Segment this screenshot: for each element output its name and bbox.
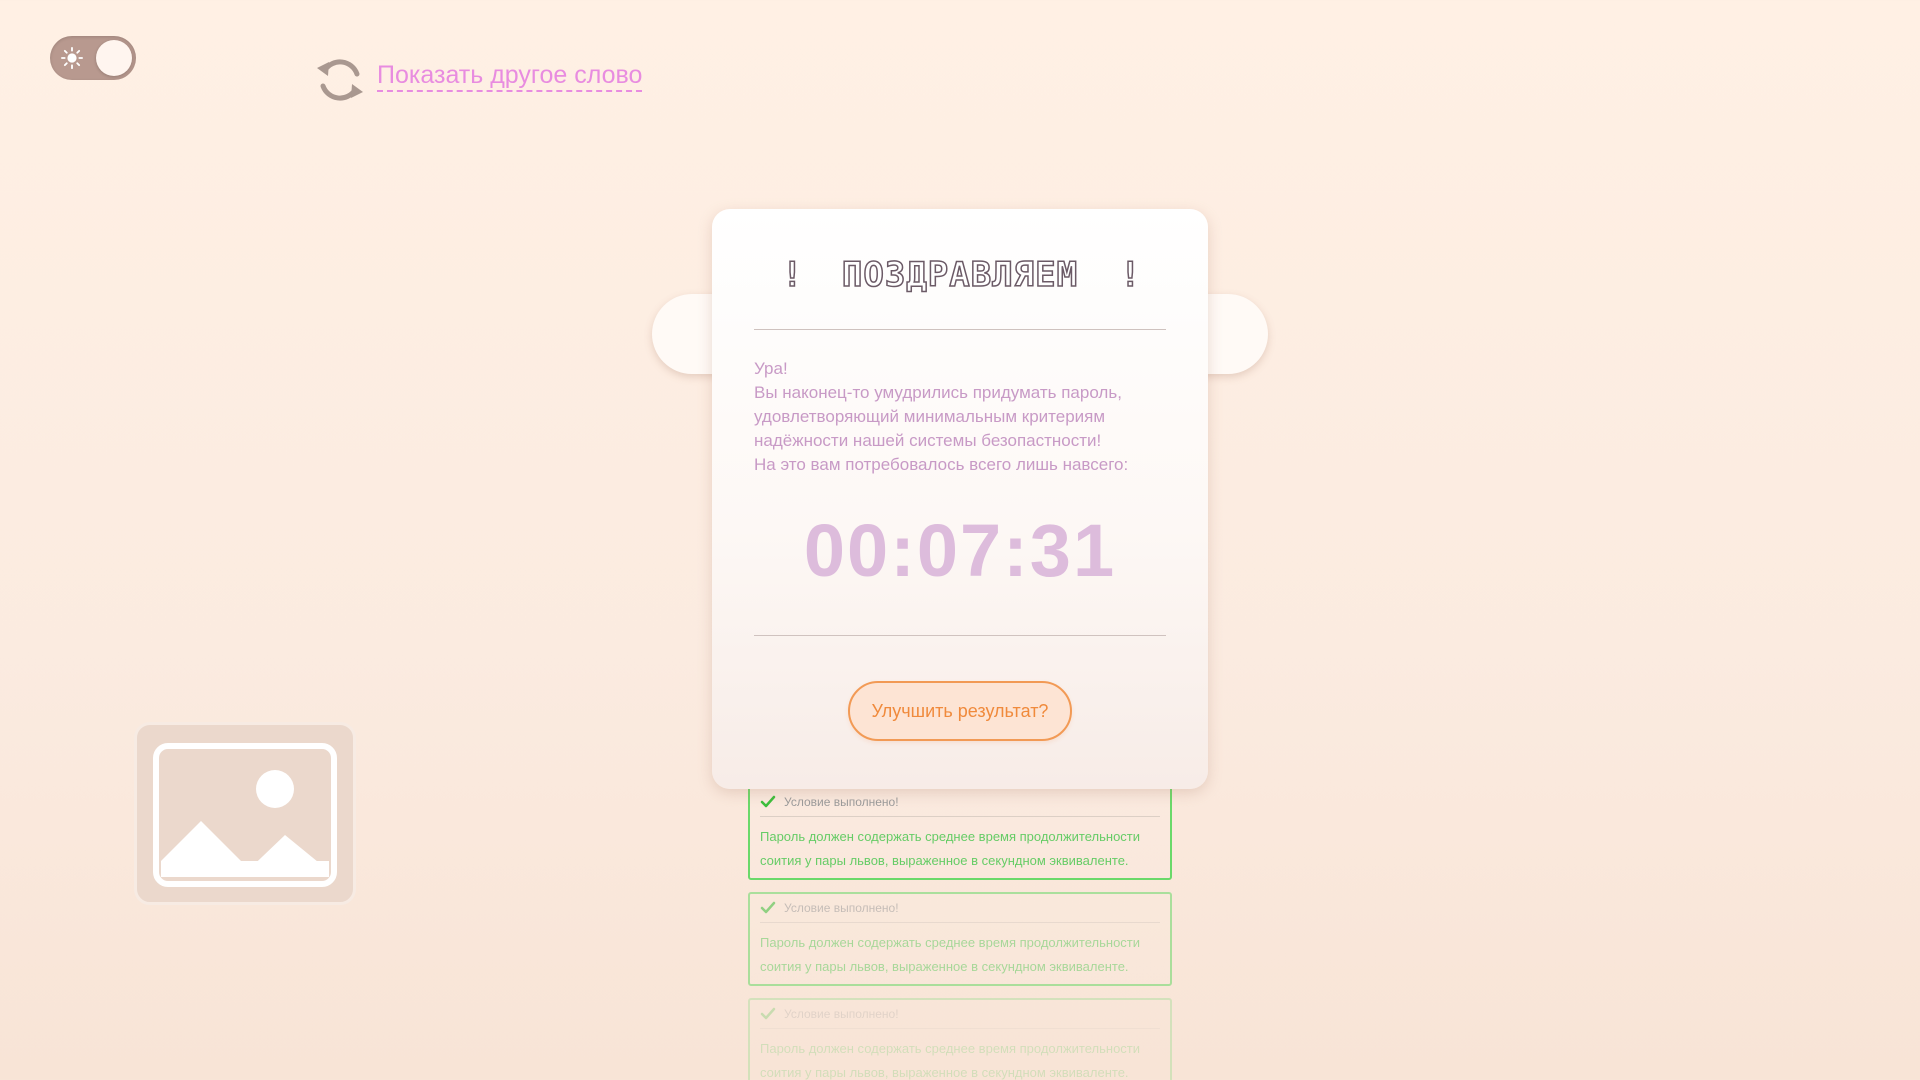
message-line: надёжности нашей системы безопастности!: [754, 431, 1102, 450]
check-icon: [760, 1007, 776, 1020]
refresh-icon[interactable]: [313, 56, 367, 104]
condition-card: Условие выполнено! Пароль должен содержа…: [748, 892, 1172, 986]
congratulations-modal: ! ПОЗДРАВЛЯЕМ ! Ура! Вы наконец-то умудр…: [712, 209, 1208, 789]
modal-divider: [754, 329, 1166, 330]
modal-message: Ура! Вы наконец-то умудрились придумать …: [754, 357, 1174, 477]
message-line: Вы наконец-то умудрились придумать парол…: [754, 383, 1122, 402]
image-placeholder: [134, 722, 356, 905]
modal-title-row: ! ПОЗДРАВЛЯЕМ !: [712, 249, 1208, 301]
message-line: Ура!: [754, 359, 788, 378]
condition-status: Условие выполнено!: [784, 1007, 899, 1021]
condition-text: Пароль должен содержать среднее время пр…: [760, 935, 1141, 974]
check-icon: [760, 795, 776, 808]
theme-toggle[interactable]: [50, 36, 136, 80]
toggle-knob[interactable]: [96, 40, 132, 76]
condition-card-header: Условие выполнено!: [760, 894, 1160, 923]
show-another-word-link[interactable]: Показать другое слово: [377, 60, 643, 92]
condition-status: Условие выполнено!: [784, 901, 899, 915]
condition-text: Пароль должен содержать среднее время пр…: [760, 829, 1141, 868]
condition-card: Условие выполнено! Пароль должен содержа…: [748, 786, 1172, 880]
condition-text: Пароль должен содержать среднее время пр…: [760, 1041, 1141, 1080]
image-icon: [153, 743, 337, 887]
elapsed-timer: 00:07:31: [803, 509, 1117, 592]
title-exclamation-right: !: [1119, 254, 1141, 296]
message-line: На это вам потребовалось всего лишь навс…: [754, 455, 1129, 474]
condition-card: Условие выполнено! Пароль должен содержа…: [748, 998, 1172, 1080]
check-icon: [760, 901, 776, 914]
sun-icon: [61, 47, 83, 69]
message-line: удовлетворяющий минимальным критериям: [754, 407, 1106, 426]
improve-result-button[interactable]: Улучшить результат?: [848, 681, 1072, 741]
condition-card-header: Условие выполнено!: [760, 788, 1160, 817]
modal-divider: [754, 635, 1166, 636]
condition-status: Условие выполнено!: [784, 795, 899, 809]
condition-card-header: Условие выполнено!: [760, 1000, 1160, 1029]
